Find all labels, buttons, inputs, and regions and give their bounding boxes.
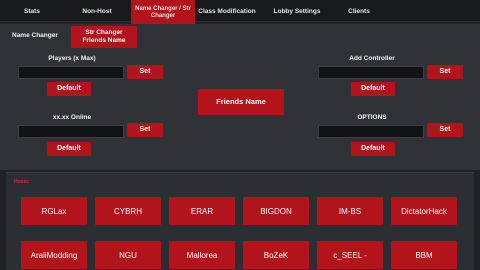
players-max-input[interactable] — [18, 66, 124, 79]
host-button-12[interactable]: BBM — [391, 241, 457, 269]
tab-stats[interactable]: Stats — [14, 0, 50, 22]
tab-name-changer[interactable]: Name Changer / Str Changer — [131, 0, 195, 25]
host-button-7[interactable]: AraliModding — [21, 241, 87, 269]
host-button-10[interactable]: BoZeK — [243, 241, 309, 269]
name-changer-panel: Name Changer Str Changer Friends Name Pl… — [0, 24, 480, 170]
str-changer-label: Str Changer — [85, 29, 123, 36]
options-label: OPTIONS — [357, 114, 387, 121]
friends-names-label: Friends Name — [82, 37, 126, 44]
add-controller-default-button[interactable]: Default — [351, 82, 395, 96]
host-button-9[interactable]: Mallorea — [169, 241, 235, 269]
host-button-5[interactable]: IM-BS — [317, 197, 383, 225]
players-max-label: Players (x Max) — [48, 55, 96, 62]
host-button-11[interactable]: c_SEEL - — [317, 241, 383, 269]
online-label: xx.xx Online — [52, 114, 92, 121]
host-button-8[interactable]: NGU — [95, 241, 161, 269]
add-controller-set-button[interactable]: Set — [427, 65, 463, 79]
tab-non-host[interactable]: Non-Host — [76, 0, 118, 22]
host-button-2[interactable]: CYBRH — [95, 197, 161, 225]
options-set-button[interactable]: Set — [427, 123, 463, 137]
section-name-changer-label: Name Changer — [12, 32, 58, 39]
str-changer-button[interactable]: Str Changer Friends Name — [71, 26, 137, 48]
host-button-6[interactable]: DictatorHack — [391, 197, 457, 225]
hosts-panel: Hosts: RGLax CYBRH ERAR BIGDON IM-BS Dic… — [6, 172, 474, 270]
host-button-1[interactable]: RGLax — [21, 197, 87, 225]
players-max-default-button[interactable]: Default — [47, 82, 91, 96]
options-input[interactable] — [318, 125, 424, 138]
options-default-button[interactable]: Default — [351, 142, 395, 156]
online-default-button[interactable]: Default — [47, 142, 91, 156]
friends-name-button[interactable]: Friends Name — [198, 89, 284, 115]
host-button-4[interactable]: BIGDON — [243, 197, 309, 225]
tab-class-modification[interactable]: Class Modification — [198, 0, 256, 22]
tab-clients[interactable]: Clients — [342, 0, 376, 22]
tab-lobby-settings[interactable]: Lobby Settings — [268, 0, 326, 22]
host-button-3[interactable]: ERAR — [169, 197, 235, 225]
hosts-title: Hosts: — [14, 179, 30, 185]
top-tab-bar: Stats Non-Host Name Changer / Str Change… — [0, 0, 480, 25]
add-controller-label: Add Controller — [349, 55, 395, 62]
add-controller-input[interactable] — [318, 66, 424, 79]
online-input[interactable] — [18, 125, 124, 138]
players-max-set-button[interactable]: Set — [127, 65, 163, 79]
online-set-button[interactable]: Set — [127, 123, 163, 137]
